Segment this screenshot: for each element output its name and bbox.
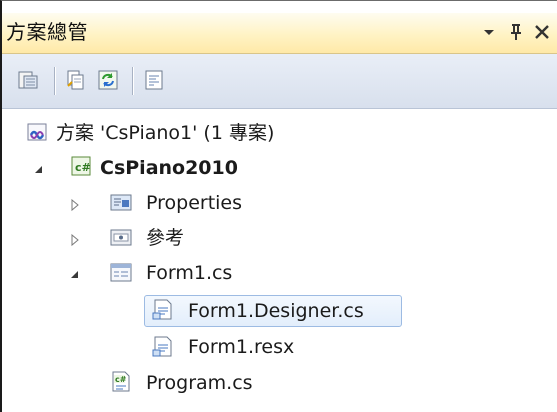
tree-item-label: 參考 (146, 227, 185, 249)
properties-icon[interactable] (18, 70, 38, 90)
references-icon (110, 227, 134, 249)
csharp-file-icon (152, 299, 176, 321)
panel-titlebar: 方案總管 (2, 13, 557, 54)
show-all-files-icon[interactable] (66, 70, 86, 90)
view-code-icon[interactable] (144, 70, 164, 90)
tree-item-label: CsPiano2010 (100, 157, 238, 179)
tree-item-designer[interactable]: Form1.Designer.cs (2, 296, 557, 326)
resx-file-icon (152, 336, 176, 358)
tree-item-label: Program.cs (146, 372, 253, 394)
chevron-down-icon[interactable] (478, 21, 500, 43)
tree-item-label: Form1.cs (146, 262, 233, 284)
csharp-code-icon: c# (110, 371, 134, 393)
tree-item-label: Properties (146, 192, 243, 214)
tree-item-form1[interactable]: Form1.cs (2, 258, 557, 288)
expanded-arrow-icon[interactable] (32, 163, 46, 177)
refresh-icon[interactable] (98, 70, 118, 90)
tree-item-solution[interactable]: 方案 'CsPiano1' (1 專案) (2, 118, 557, 148)
collapsed-arrow-icon[interactable] (68, 198, 82, 212)
svg-text:c#: c# (115, 375, 127, 384)
tree-item-resx[interactable]: Form1.resx (2, 332, 557, 362)
solution-explorer-panel: 方案總管 方案 'CsPiano1' (1 專案) c# CsPiano2010… (0, 0, 557, 412)
pin-icon[interactable] (505, 21, 527, 43)
properties-folder-icon (110, 192, 134, 214)
panel-toolbar (2, 54, 557, 109)
form-icon (110, 262, 134, 284)
tree-item-label: 方案 'CsPiano1' (1 專案) (56, 122, 275, 144)
tree-item-properties[interactable]: Properties (2, 188, 557, 218)
tree-item-label: Form1.Designer.cs (188, 300, 364, 322)
collapsed-arrow-icon[interactable] (68, 233, 82, 247)
tree-item-label: Form1.resx (188, 336, 295, 358)
solution-tree: 方案 'CsPiano1' (1 專案) c# CsPiano2010 Prop… (2, 109, 557, 412)
expanded-arrow-icon[interactable] (68, 268, 82, 282)
solution-icon (26, 122, 50, 144)
tree-item-project[interactable]: c# CsPiano2010 (2, 153, 557, 183)
close-icon[interactable] (531, 21, 553, 43)
csharp-project-icon: c# (70, 156, 94, 178)
tree-item-program[interactable]: c# Program.cs (2, 368, 557, 398)
panel-title: 方案總管 (6, 20, 88, 44)
svg-text:c#: c# (75, 161, 91, 174)
tree-item-references[interactable]: 參考 (2, 223, 557, 253)
